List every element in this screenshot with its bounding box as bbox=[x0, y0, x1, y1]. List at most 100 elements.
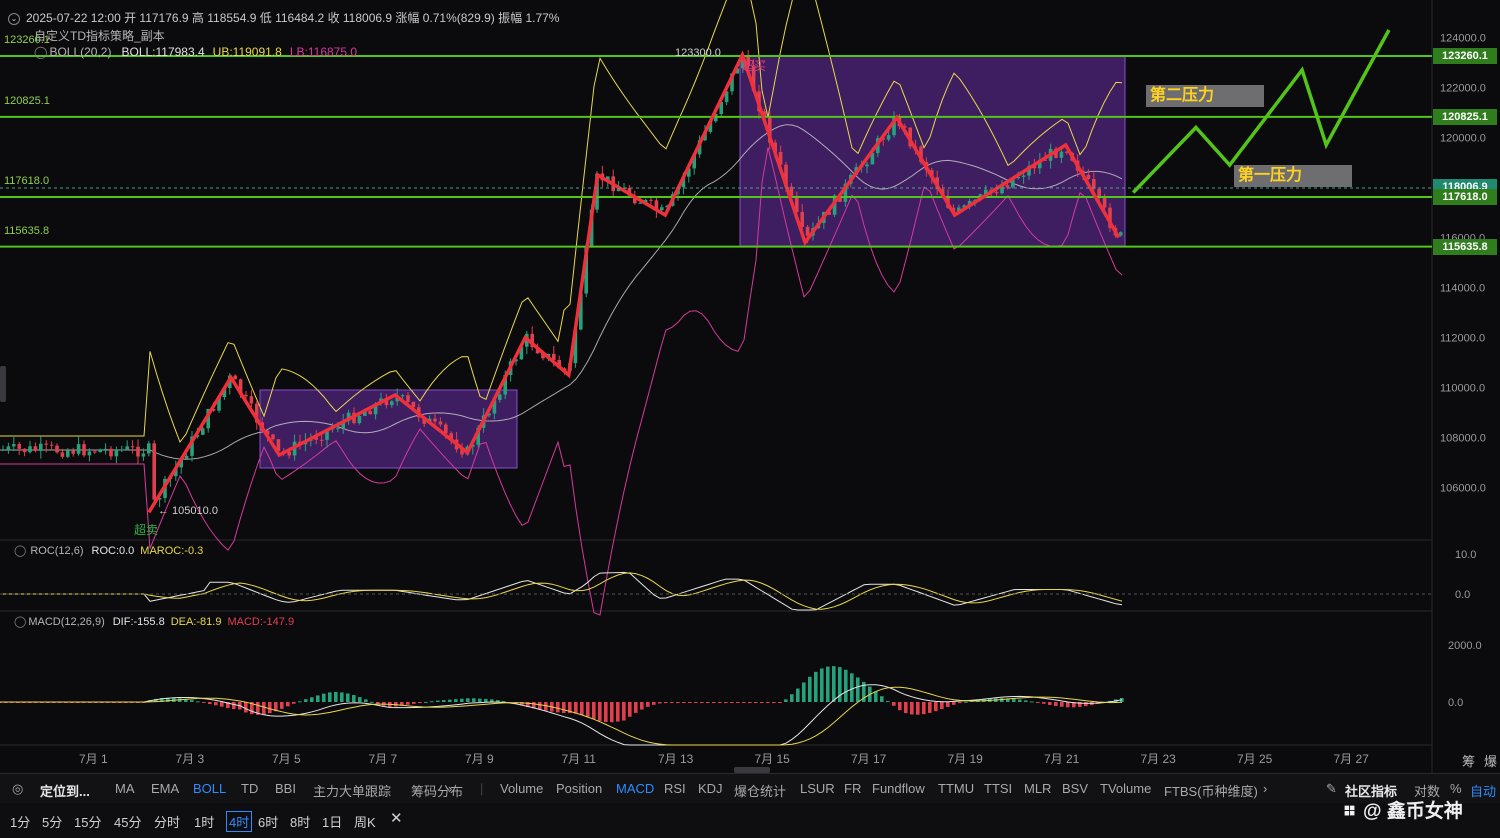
macd-histogram-bar bbox=[1030, 701, 1034, 703]
macd-histogram-bar bbox=[418, 702, 422, 703]
indicator-1[interactable]: EMA bbox=[151, 781, 179, 796]
boll-name: BOLL(20,2) bbox=[49, 45, 112, 59]
sub-indicator-10[interactable]: TTSI bbox=[984, 781, 1012, 796]
timeframe-5[interactable]: 1时 bbox=[194, 812, 214, 831]
candle-body bbox=[136, 446, 140, 457]
macd-histogram-bar bbox=[658, 702, 662, 704]
macd-histogram-bar bbox=[904, 702, 908, 714]
locate-button[interactable]: 定位到... bbox=[40, 781, 90, 800]
macd-histogram-bar bbox=[652, 702, 656, 705]
price-tick: 108000.0 bbox=[1440, 433, 1486, 445]
sub-indicator-9[interactable]: TTMU bbox=[938, 781, 974, 796]
timeframe-9[interactable]: 1日 bbox=[322, 812, 342, 831]
macd-histogram-bar bbox=[826, 666, 830, 702]
dea-value: DEA:-81.9 bbox=[170, 616, 222, 628]
candle-body bbox=[649, 199, 653, 201]
timeframe-6[interactable]: 4时 bbox=[226, 811, 253, 832]
indicator-5[interactable]: 主力大单跟踪 bbox=[313, 781, 391, 800]
price-tag: 123260.1 bbox=[1433, 47, 1497, 64]
price-tick: 120000.0 bbox=[1440, 133, 1486, 145]
candle-body bbox=[28, 446, 32, 453]
timeframe-3[interactable]: 45分 bbox=[114, 812, 141, 831]
macd-histogram-bar bbox=[706, 702, 710, 703]
date-tick: 7月 19 bbox=[948, 752, 984, 766]
community-icon[interactable]: ✎ bbox=[1326, 781, 1337, 797]
sub-indicator-1[interactable]: Position bbox=[556, 781, 602, 796]
auto-scale-button[interactable]: 自动 bbox=[1470, 781, 1496, 800]
macd-histogram-bar bbox=[772, 702, 776, 703]
macd-histogram-bar bbox=[604, 702, 608, 723]
locate-icon[interactable]: ◎ bbox=[12, 781, 23, 797]
macd-histogram-bar bbox=[646, 702, 650, 707]
sub-indicator-11[interactable]: MLR bbox=[1024, 781, 1051, 796]
sub-indicator-12[interactable]: BSV bbox=[1062, 781, 1088, 796]
candle-body bbox=[357, 415, 362, 424]
indicator-4[interactable]: BBI bbox=[275, 781, 296, 796]
sub-indicator-4[interactable]: KDJ bbox=[698, 781, 723, 796]
candle-body bbox=[1086, 174, 1091, 179]
chevron-right-icon[interactable]: › bbox=[1263, 781, 1267, 796]
roc-name: ROC(12,6) bbox=[30, 545, 84, 557]
price-tick: 106000.0 bbox=[1440, 483, 1486, 495]
timeframe-4[interactable]: 分时 bbox=[154, 812, 180, 831]
percent-scale-button[interactable]: % bbox=[1450, 781, 1462, 796]
collapse-icon[interactable]: ◯ bbox=[14, 545, 26, 557]
boll-mid-value: BOLL:117983.4 bbox=[121, 45, 205, 59]
candle-body bbox=[233, 375, 237, 380]
macd-histogram-bar bbox=[1036, 702, 1040, 703]
macd-histogram-bar bbox=[766, 702, 770, 703]
candle-body bbox=[98, 449, 102, 453]
sub-indicator-7[interactable]: FR bbox=[844, 781, 861, 796]
bell-icon[interactable]: ◯ bbox=[14, 616, 26, 628]
candle-body bbox=[1021, 175, 1026, 177]
macd-histogram-bar bbox=[202, 702, 206, 703]
bell-icon[interactable]: ◯ bbox=[34, 45, 47, 59]
sub-indicator-5[interactable]: 爆仓统计 bbox=[734, 781, 786, 800]
macd-histogram-bar bbox=[820, 668, 824, 702]
timeframe-10[interactable]: 周K bbox=[354, 812, 376, 831]
sub-indicator-2[interactable]: MACD bbox=[616, 781, 654, 796]
candle-body bbox=[1097, 188, 1101, 197]
collapse-icon[interactable]: ⌄ bbox=[8, 12, 20, 25]
date-tick: 7月 27 bbox=[1334, 752, 1370, 766]
macd-histogram-bar bbox=[448, 699, 452, 702]
sub-indicator-14[interactable]: FTBS(币种维度) bbox=[1164, 781, 1258, 800]
candle-body bbox=[444, 424, 448, 434]
candle-body bbox=[865, 164, 869, 167]
macd-histogram-bar bbox=[784, 699, 788, 702]
timeframe-2[interactable]: 15分 bbox=[74, 812, 101, 831]
liquidation-icon[interactable]: 爆 bbox=[1484, 751, 1497, 770]
macd-legend: ◯ MACD(12,26,9) DIF:-155.8 DEA:-81.9 MACD:-1… bbox=[14, 615, 294, 628]
candle-body bbox=[271, 434, 275, 440]
indicator-2[interactable]: BOLL bbox=[193, 781, 226, 796]
timeframe-8[interactable]: 8时 bbox=[290, 812, 310, 831]
macd-histogram-bar bbox=[1066, 702, 1070, 708]
sub-indicator-8[interactable]: Fundflow bbox=[872, 781, 925, 796]
timeframe-0[interactable]: 1分 bbox=[10, 812, 30, 831]
chevron-right-icon[interactable]: › bbox=[448, 781, 452, 796]
candle-body bbox=[249, 396, 254, 404]
macd-histogram-bar bbox=[958, 702, 962, 704]
sub-indicator-3[interactable]: RSI bbox=[664, 781, 686, 796]
indicator-0[interactable]: MA bbox=[115, 781, 135, 796]
date-tick: 7月 21 bbox=[1044, 752, 1080, 766]
macd-histogram-bar bbox=[322, 693, 326, 702]
sub-indicator-13[interactable]: TVolume bbox=[1100, 781, 1151, 796]
chip-icon[interactable]: 筹 bbox=[1462, 751, 1475, 770]
panel-collapse-handle[interactable] bbox=[0, 366, 6, 402]
candle-body bbox=[406, 395, 410, 402]
indicator-6[interactable]: 筹码分布 bbox=[411, 781, 463, 800]
macd-histogram-bar bbox=[334, 692, 338, 702]
price-tag: 117618.0 bbox=[1433, 189, 1497, 206]
timeframe-7[interactable]: 6时 bbox=[258, 812, 278, 831]
chart-canvas[interactable]: 124000.0122000.0120000.0118000.0116000.0… bbox=[0, 0, 1500, 773]
timeframe-1[interactable]: 5分 bbox=[42, 812, 62, 831]
sub-indicator-6[interactable]: LSUR bbox=[800, 781, 835, 796]
close-icon[interactable]: ✕ bbox=[390, 809, 403, 827]
macd-histogram-bar bbox=[268, 702, 272, 714]
candle-body bbox=[66, 450, 70, 457]
roc-tick: 10.0 bbox=[1455, 549, 1476, 561]
sub-indicator-0[interactable]: Volume bbox=[500, 781, 543, 796]
indicator-3[interactable]: TD bbox=[241, 781, 258, 796]
candle-body bbox=[55, 445, 59, 453]
